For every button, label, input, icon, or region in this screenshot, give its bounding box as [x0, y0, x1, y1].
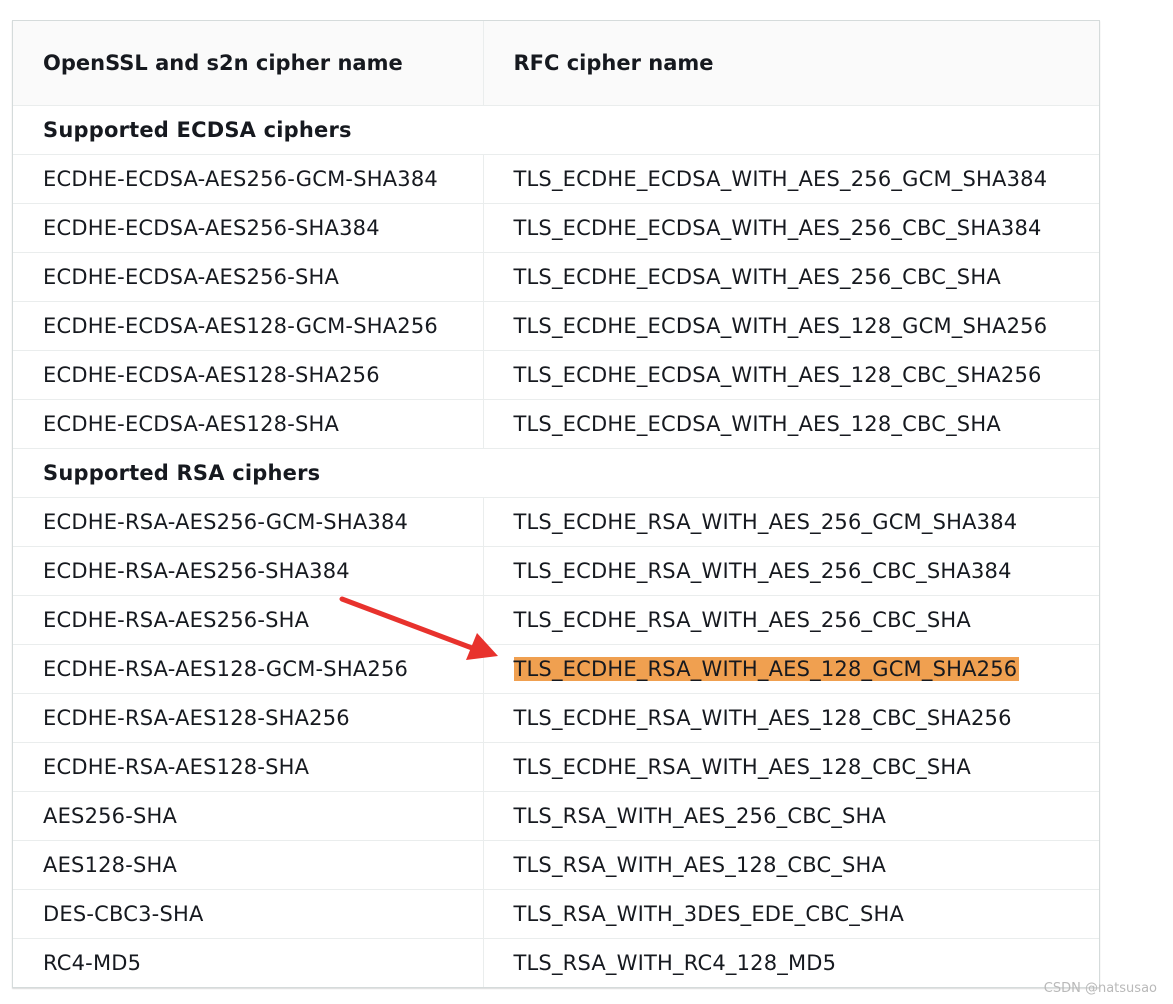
table-row: AES256-SHA TLS_RSA_WITH_AES_256_CBC_SHA [13, 791, 1099, 841]
table-row: AES128-SHA TLS_RSA_WITH_AES_128_CBC_SHA [13, 840, 1099, 890]
section-title: Supported ECDSA ciphers [13, 105, 1099, 155]
openssl-cipher-cell: ECDHE-RSA-AES128-GCM-SHA256 [13, 644, 483, 694]
rfc-cipher-cell: TLS_ECDHE_ECDSA_WITH_AES_128_CBC_SHA256 [482, 350, 1099, 400]
rfc-cipher-cell: TLS_ECDHE_RSA_WITH_AES_128_CBC_SHA256 [482, 693, 1099, 743]
table-row: ECDHE-ECDSA-AES128-SHA256 TLS_ECDHE_ECDSA… [13, 350, 1099, 400]
openssl-cipher-cell: AES128-SHA [13, 840, 483, 890]
openssl-cipher-cell: DES-CBC3-SHA [13, 889, 483, 939]
openssl-cipher-cell: ECDHE-ECDSA-AES256-GCM-SHA384 [13, 154, 483, 204]
openssl-cipher-cell: ECDHE-RSA-AES256-SHA384 [13, 546, 483, 596]
openssl-cipher-cell: ECDHE-RSA-AES128-SHA256 [13, 693, 483, 743]
rfc-cipher-cell: TLS_RSA_WITH_AES_256_CBC_SHA [482, 791, 1099, 841]
section-row: Supported ECDSA ciphers [13, 105, 1099, 155]
column-header-rfc: RFC cipher name [482, 21, 1099, 106]
rfc-cipher-cell: TLS_ECDHE_RSA_WITH_AES_256_GCM_SHA384 [482, 497, 1099, 547]
openssl-cipher-cell: ECDHE-RSA-AES256-SHA [13, 595, 483, 645]
section-row: Supported RSA ciphers [13, 448, 1099, 498]
table-row: ECDHE-ECDSA-AES256-GCM-SHA384 TLS_ECDHE_E… [13, 154, 1099, 204]
openssl-cipher-cell: ECDHE-RSA-AES256-GCM-SHA384 [13, 497, 483, 547]
table-row: ECDHE-RSA-AES128-SHA TLS_ECDHE_RSA_WITH_A… [13, 742, 1099, 792]
cipher-table: OpenSSL and s2n cipher name RFC cipher n… [13, 21, 1099, 987]
header-row: OpenSSL and s2n cipher name RFC cipher n… [13, 21, 1099, 106]
rfc-cipher-cell: TLS_ECDHE_ECDSA_WITH_AES_128_GCM_SHA256 [482, 301, 1099, 351]
table-header: OpenSSL and s2n cipher name RFC cipher n… [13, 21, 1099, 106]
rfc-cipher-cell: TLS_ECDHE_ECDSA_WITH_AES_256_CBC_SHA [482, 252, 1099, 302]
table-body: Supported ECDSA ciphers ECDHE-ECDSA-AES25… [13, 105, 1099, 987]
table-row: ECDHE-ECDSA-AES256-SHA384 TLS_ECDHE_ECDSA… [13, 203, 1099, 253]
rfc-cipher-cell: TLS_ECDHE_RSA_WITH_AES_128_GCM_SHA256 [482, 644, 1099, 694]
rfc-cipher-cell: TLS_RSA_WITH_AES_128_CBC_SHA [482, 840, 1099, 890]
table-row: ECDHE-RSA-AES256-GCM-SHA384 TLS_ECDHE_RSA… [13, 497, 1099, 547]
openssl-cipher-cell: ECDHE-ECDSA-AES256-SHA384 [13, 203, 483, 253]
rfc-cipher-cell: TLS_ECDHE_ECDSA_WITH_AES_256_CBC_SHA384 [482, 203, 1099, 253]
table-row: RC4-MD5 TLS_RSA_WITH_RC4_128_MD5 [13, 938, 1099, 987]
table-row: ECDHE-ECDSA-AES128-GCM-SHA256 TLS_ECDHE_E… [13, 301, 1099, 351]
openssl-cipher-cell: RC4-MD5 [13, 938, 483, 987]
table-row: DES-CBC3-SHA TLS_RSA_WITH_3DES_EDE_CBC_SH… [13, 889, 1099, 939]
rfc-cipher-cell: TLS_RSA_WITH_RC4_128_MD5 [482, 938, 1099, 987]
rfc-cipher-cell: TLS_RSA_WITH_3DES_EDE_CBC_SHA [482, 889, 1099, 939]
openssl-cipher-cell: ECDHE-ECDSA-AES128-SHA256 [13, 350, 483, 400]
table-row: ECDHE-ECDSA-AES128-SHA TLS_ECDHE_ECDSA_WI… [13, 399, 1099, 449]
table-row: ECDHE-RSA-AES128-GCM-SHA256 TLS_ECDHE_RSA… [13, 644, 1099, 694]
table-row: ECDHE-ECDSA-AES256-SHA TLS_ECDHE_ECDSA_WI… [13, 252, 1099, 302]
openssl-cipher-cell: AES256-SHA [13, 791, 483, 841]
table-row: ECDHE-RSA-AES256-SHA TLS_ECDHE_RSA_WITH_A… [13, 595, 1099, 645]
watermark: CSDN @natsusao [1043, 981, 1157, 996]
cipher-table-container: OpenSSL and s2n cipher name RFC cipher n… [12, 20, 1100, 988]
rfc-cipher-cell: TLS_ECDHE_RSA_WITH_AES_128_CBC_SHA [482, 742, 1099, 792]
table-row: ECDHE-RSA-AES256-SHA384 TLS_ECDHE_RSA_WIT… [13, 546, 1099, 596]
highlighted-cipher: TLS_ECDHE_RSA_WITH_AES_128_GCM_SHA256 [513, 657, 1020, 681]
table-row: ECDHE-RSA-AES128-SHA256 TLS_ECDHE_RSA_WIT… [13, 693, 1099, 743]
openssl-cipher-cell: ECDHE-ECDSA-AES128-SHA [13, 399, 483, 449]
openssl-cipher-cell: ECDHE-RSA-AES128-SHA [13, 742, 483, 792]
column-header-openssl: OpenSSL and s2n cipher name [13, 21, 483, 106]
section-title: Supported RSA ciphers [13, 448, 1099, 498]
rfc-cipher-cell: TLS_ECDHE_ECDSA_WITH_AES_256_GCM_SHA384 [482, 154, 1099, 204]
openssl-cipher-cell: ECDHE-ECDSA-AES256-SHA [13, 252, 483, 302]
rfc-cipher-cell: TLS_ECDHE_RSA_WITH_AES_256_CBC_SHA [482, 595, 1099, 645]
rfc-cipher-cell: TLS_ECDHE_ECDSA_WITH_AES_128_CBC_SHA [482, 399, 1099, 449]
rfc-cipher-cell: TLS_ECDHE_RSA_WITH_AES_256_CBC_SHA384 [482, 546, 1099, 596]
openssl-cipher-cell: ECDHE-ECDSA-AES128-GCM-SHA256 [13, 301, 483, 351]
